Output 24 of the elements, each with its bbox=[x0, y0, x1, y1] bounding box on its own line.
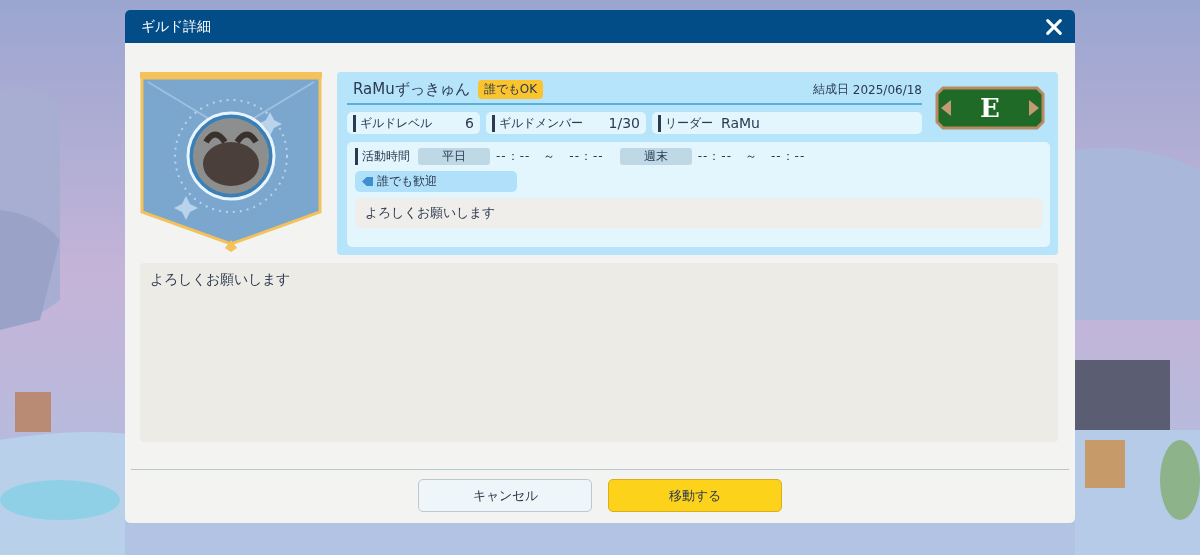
move-button[interactable]: 移動する bbox=[608, 479, 782, 512]
tag-text: 誰でも歓迎 bbox=[377, 173, 437, 190]
short-message: よろしくお願いします bbox=[355, 198, 1042, 228]
period-time: --：-- ～ --：-- bbox=[496, 148, 604, 165]
period-label: 平日 bbox=[418, 148, 490, 165]
stat-value: RaMu bbox=[721, 115, 760, 131]
founded-date: 2025/06/18 bbox=[852, 82, 922, 97]
period-label: 週末 bbox=[619, 148, 692, 165]
guild-message: よろしくお願いします bbox=[140, 263, 1058, 442]
stat-value: 6 bbox=[465, 115, 474, 131]
activity-label: 活動時間 bbox=[355, 148, 410, 165]
period-time: --：-- ～ --：-- bbox=[697, 148, 806, 165]
stat-value: 1/30 bbox=[608, 115, 640, 131]
stat-label: リーダー bbox=[658, 114, 713, 132]
dialog-title: ギルド詳細 bbox=[141, 17, 211, 36]
founded-label: 結成日 bbox=[812, 81, 849, 98]
stat-label: ギルドレベル bbox=[353, 114, 432, 132]
rank-letter: E bbox=[980, 93, 1000, 123]
guild-name: RaMuずっきゅん bbox=[353, 80, 470, 99]
stat-label: ギルドメンバー bbox=[492, 114, 583, 132]
join-policy-badge: 誰でもOK bbox=[477, 80, 544, 99]
tag-icon bbox=[361, 176, 374, 187]
cancel-button[interactable]: キャンセル bbox=[418, 479, 592, 512]
close-icon[interactable] bbox=[1045, 17, 1063, 36]
